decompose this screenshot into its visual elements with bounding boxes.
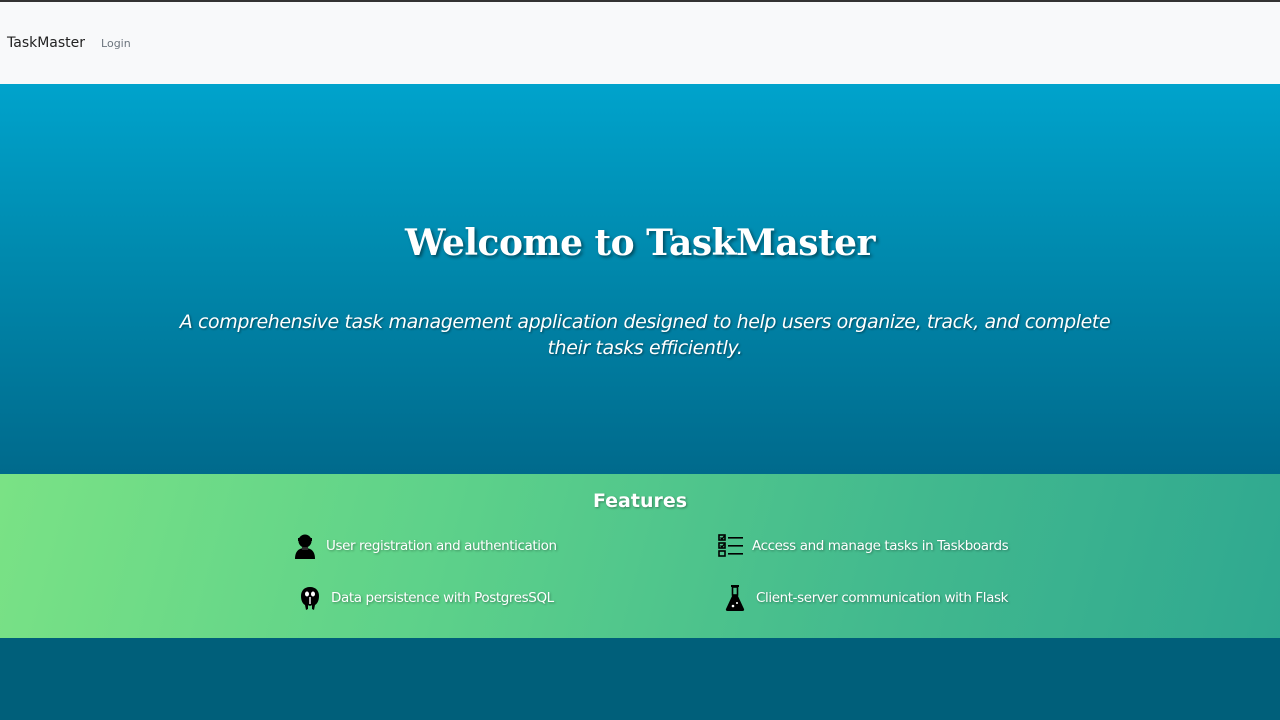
features-title: Features bbox=[592, 490, 688, 512]
brand-link[interactable]: TaskMaster bbox=[7, 35, 85, 51]
features-section: Features User registration and authentic… bbox=[0, 474, 1280, 638]
feature-item-authentication: User registration and authentication bbox=[292, 532, 557, 560]
feature-text: User registration and authentication bbox=[326, 538, 557, 554]
checklist-icon bbox=[718, 532, 744, 560]
nav-link-login[interactable]: Login bbox=[101, 37, 131, 50]
feature-text: Client-server communication with Flask bbox=[756, 590, 1009, 606]
feature-item-postgres: Data persistence with PostgresSQL bbox=[297, 584, 554, 612]
postgresql-icon bbox=[297, 584, 323, 612]
feature-text: Data persistence with PostgresSQL bbox=[331, 590, 554, 606]
navbar: TaskMaster Login bbox=[0, 0, 1280, 84]
hero-section: Welcome to TaskMaster A comprehensive ta… bbox=[0, 84, 1280, 474]
user-icon bbox=[292, 532, 318, 560]
feature-text: Access and manage tasks in Taskboards bbox=[752, 538, 1009, 554]
flask-icon bbox=[722, 584, 748, 612]
feature-item-flask: Client-server communication with Flask bbox=[722, 584, 1008, 612]
hero-title: Welcome to TaskMaster bbox=[404, 222, 876, 264]
feature-item-taskboards: Access and manage tasks in Taskboards bbox=[718, 532, 1009, 560]
hero-subtitle: A comprehensive task management applicat… bbox=[179, 311, 1111, 359]
page-bottom-band bbox=[0, 638, 1280, 720]
